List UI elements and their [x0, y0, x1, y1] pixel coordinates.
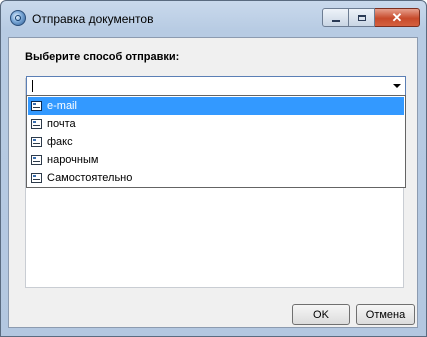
- dropdown-item-label: факс: [47, 136, 73, 148]
- window-title: Отправка документов: [32, 12, 154, 26]
- list-item-icon: [31, 155, 42, 165]
- dropdown-item-label: почта: [47, 118, 76, 130]
- dialog-client-area: Выберите способ отправки: e-mail почта ф…: [8, 37, 418, 328]
- maximize-button[interactable]: [349, 8, 375, 27]
- ok-button[interactable]: OK: [292, 304, 350, 325]
- minimize-button[interactable]: [322, 8, 349, 27]
- dropdown-item-fax[interactable]: факс: [28, 133, 404, 151]
- close-button[interactable]: ✕: [375, 8, 420, 27]
- app-globe-icon: [10, 10, 26, 26]
- dialog-window: Отправка документов ✕ Выберите способ от…: [0, 0, 427, 337]
- dropdown-toggle-button[interactable]: [389, 77, 405, 95]
- dropdown-item-post[interactable]: почта: [28, 115, 404, 133]
- list-item-icon: [31, 173, 42, 183]
- title-bar[interactable]: Отправка документов ✕: [1, 1, 426, 37]
- close-icon: ✕: [391, 10, 403, 25]
- dropdown-item-self[interactable]: Самостоятельно: [28, 169, 404, 187]
- dropdown-item-email[interactable]: e-mail: [28, 97, 404, 115]
- dropdown-item-courier[interactable]: нарочным: [28, 151, 404, 169]
- list-item-icon: [31, 137, 42, 147]
- minimize-icon: [331, 19, 340, 22]
- list-item-icon: [31, 101, 42, 111]
- dropdown-item-label: нарочным: [47, 154, 99, 166]
- maximize-icon: [357, 14, 366, 21]
- caption-buttons: ✕: [322, 8, 420, 27]
- cancel-button[interactable]: Отмена: [356, 304, 415, 325]
- list-item-icon: [31, 119, 42, 129]
- dropdown-item-label: Самостоятельно: [47, 172, 133, 184]
- send-method-dropdown-list: e-mail почта факс нарочным Самостоятельн…: [26, 95, 406, 188]
- send-method-label: Выберите способ отправки:: [25, 51, 180, 63]
- chevron-down-icon: [393, 84, 401, 88]
- text-caret: [32, 80, 33, 92]
- dropdown-item-label: e-mail: [47, 100, 77, 112]
- send-method-combobox[interactable]: [26, 76, 406, 96]
